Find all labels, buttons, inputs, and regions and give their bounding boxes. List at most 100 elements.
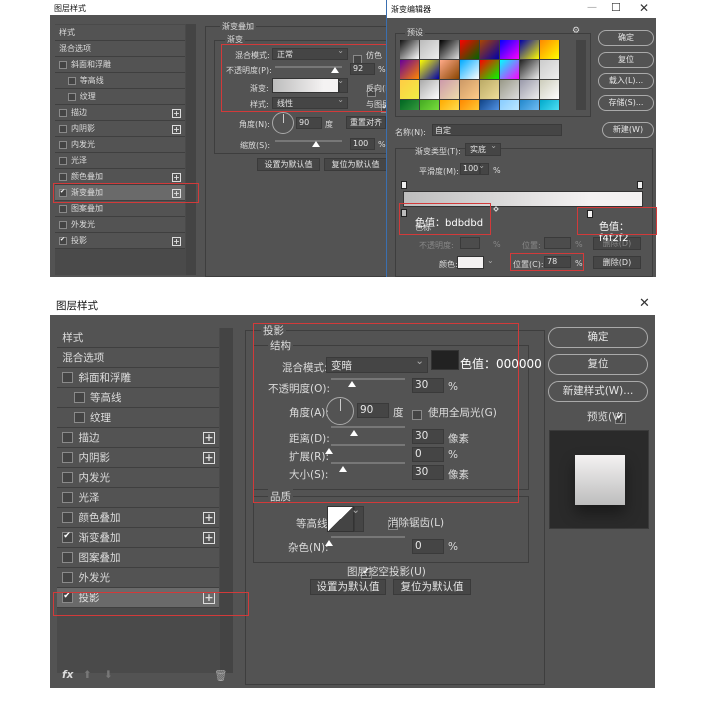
gradient-preset-swatch[interactable] (440, 40, 459, 59)
style-item-checkbox[interactable] (59, 60, 67, 69)
gradient-preset-swatch[interactable] (420, 60, 439, 79)
gradient-preview[interactable] (272, 78, 339, 93)
gradient-preset-swatch[interactable] (520, 80, 539, 99)
style-item-checkbox[interactable] (62, 552, 74, 563)
reset-button[interactable]: 复位 (548, 354, 648, 375)
add-effect-icon[interactable]: + (203, 432, 215, 444)
angle-input[interactable]: 90 (357, 403, 389, 418)
spread-input[interactable]: 0 (412, 447, 444, 462)
style-item-checkbox[interactable] (59, 124, 67, 133)
style-item[interactable]: 图案叠加 (55, 201, 185, 217)
spread-slider[interactable] (331, 444, 405, 446)
scale-slider[interactable] (275, 140, 342, 142)
style-item-checkbox[interactable] (59, 188, 67, 197)
gradient-preset-swatch[interactable] (480, 80, 499, 99)
delete-color-stop-button[interactable]: 删除(D) (593, 256, 641, 269)
add-effect-icon[interactable]: + (203, 592, 215, 604)
gradient-preset-swatch[interactable] (480, 100, 499, 110)
style-item-checkbox[interactable] (62, 492, 74, 503)
presets-scrollbar[interactable] (576, 40, 586, 110)
opacity-slider-thumb[interactable] (331, 67, 339, 73)
opacity-input[interactable]: 30 (412, 378, 444, 393)
style-item[interactable]: 内发光 (57, 468, 219, 488)
smoothness-dropdown[interactable] (478, 161, 489, 175)
style-item-checkbox[interactable] (67, 76, 76, 85)
size-input[interactable]: 30 (412, 465, 444, 480)
gradient-preset-swatch[interactable] (400, 60, 419, 79)
gradient-preset-swatch[interactable] (400, 80, 419, 99)
add-effect-icon[interactable]: + (203, 532, 215, 544)
style-item-checkbox[interactable] (73, 412, 85, 423)
gradient-preset-swatch[interactable] (540, 100, 559, 110)
style-item-checkbox[interactable] (62, 572, 74, 583)
style-item-checkbox[interactable] (59, 140, 67, 149)
add-effect-icon[interactable]: + (203, 452, 215, 464)
style-item-checkbox[interactable] (62, 372, 74, 383)
distance-slider[interactable] (331, 426, 405, 428)
style-item[interactable]: 内阴影 + (55, 121, 185, 137)
smoothness-input[interactable]: 100 (460, 163, 480, 175)
color-position-input[interactable]: 78 (544, 256, 571, 268)
scale-input[interactable]: 100 (350, 138, 375, 150)
style-select[interactable]: 线性 (272, 95, 348, 109)
style-item-checkbox[interactable] (62, 452, 74, 463)
style-item[interactable]: 投影 + (57, 588, 219, 608)
noise-slider-thumb[interactable] (325, 540, 333, 546)
gradient-preset-swatch[interactable] (440, 80, 459, 99)
spread-slider-thumb[interactable] (325, 448, 333, 454)
color-stop-right[interactable] (587, 210, 593, 218)
gradient-preset-swatch[interactable] (520, 60, 539, 79)
style-item[interactable]: 内发光 (55, 137, 185, 153)
opacity-input[interactable]: 92 (350, 63, 375, 75)
style-item-checkbox[interactable] (59, 204, 67, 213)
gradient-preset-swatch[interactable] (500, 80, 519, 99)
load-button[interactable]: 载入(L)... (598, 73, 654, 89)
gradient-preset-swatch[interactable] (420, 80, 439, 99)
global-light-checkbox[interactable] (412, 410, 422, 420)
add-effect-icon[interactable]: + (172, 124, 181, 134)
reset-alignment-button[interactable]: 重置对齐 (346, 116, 386, 129)
reset-button[interactable]: 复位 (598, 52, 654, 68)
style-item[interactable]: 纹理 (57, 408, 219, 428)
blend-mode-select[interactable]: 变暗 (326, 355, 428, 373)
gradient-preset-swatch[interactable] (460, 60, 479, 79)
gradient-preset-swatch[interactable] (460, 80, 479, 99)
angle-input[interactable]: 90 (296, 117, 322, 129)
gradient-preset-swatch[interactable] (460, 40, 479, 59)
gradient-preset-swatch[interactable] (520, 100, 539, 110)
noise-input[interactable]: 0 (412, 539, 444, 554)
ok-button[interactable]: 确定 (548, 327, 648, 348)
opacity-slider[interactable] (331, 378, 405, 380)
gradient-preset-swatch[interactable] (400, 40, 419, 59)
set-default-button[interactable]: 设置为默认值 (257, 158, 320, 171)
ok-button[interactable]: 确定 (598, 30, 654, 46)
size-slider-thumb[interactable] (339, 466, 347, 472)
close-icon[interactable]: ✕ (639, 296, 650, 311)
style-item[interactable]: 光泽 (57, 488, 219, 508)
style-item-checkbox[interactable] (62, 512, 74, 523)
style-item[interactable]: 投影 + (55, 233, 185, 249)
gradient-preset-swatch[interactable] (480, 60, 499, 79)
angle-dial[interactable] (326, 397, 354, 425)
gradient-preset-swatch[interactable] (460, 100, 479, 110)
reset-default-button[interactable]: 复位为默认值 (393, 579, 471, 595)
style-item[interactable]: 描边 + (55, 105, 185, 121)
size-slider[interactable] (331, 462, 405, 464)
set-default-button[interactable]: 设置为默认值 (310, 579, 386, 595)
style-item-checkbox[interactable] (59, 220, 67, 229)
fx-button[interactable]: fx (62, 669, 73, 681)
color-stop-left[interactable] (401, 209, 407, 217)
style-item-checkbox[interactable] (62, 472, 74, 483)
angle-dial[interactable] (272, 112, 294, 134)
gradient-preset-swatch[interactable] (400, 100, 419, 110)
color-swatch[interactable] (457, 256, 484, 269)
style-item[interactable]: 内阴影 + (57, 448, 219, 468)
style-item-checkbox[interactable] (59, 172, 67, 181)
style-item-checkbox[interactable] (73, 392, 85, 403)
save-button[interactable]: 存储(S)... (598, 95, 654, 111)
gradient-preset-swatch[interactable] (540, 80, 559, 99)
gradient-preset-swatch[interactable] (500, 40, 519, 59)
opacity-stop-left[interactable] (401, 181, 407, 189)
gradient-preset-swatch[interactable] (500, 100, 519, 110)
style-item-checkbox[interactable] (59, 156, 67, 165)
